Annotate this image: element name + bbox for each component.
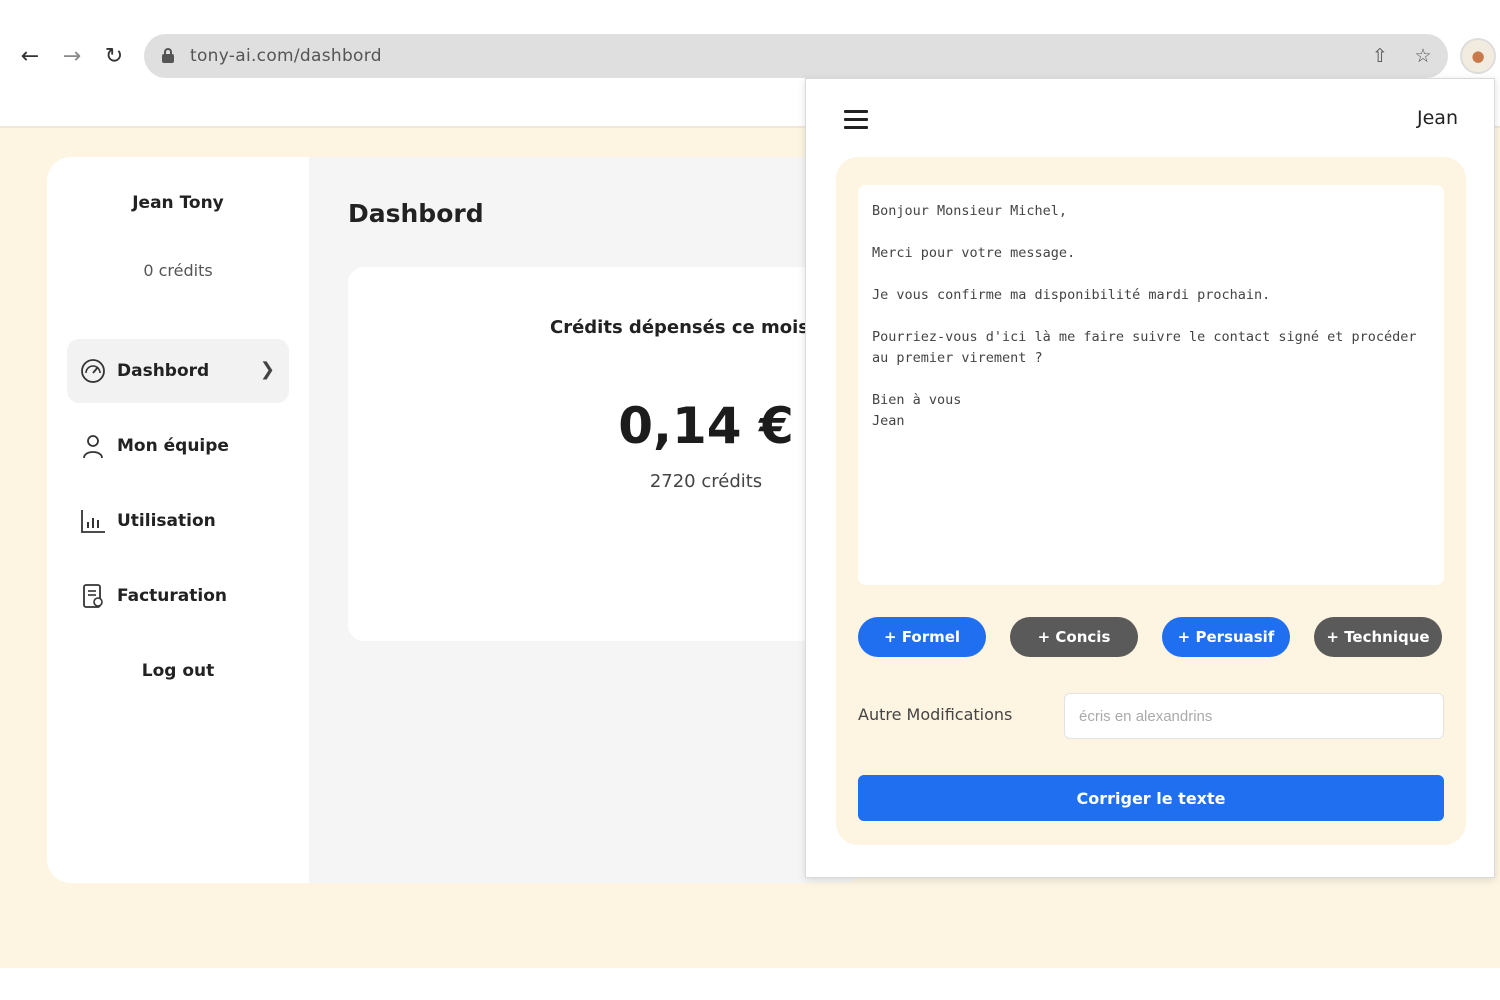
bar-chart-icon (79, 507, 107, 535)
chip-persuasif[interactable]: + Persuasif (1162, 617, 1290, 657)
star-icon[interactable]: ☆ (1409, 42, 1437, 70)
dashboard-card: Jean Tony 0 crédits Dashbord ❯ Mon équip… (47, 157, 867, 883)
lock-icon (162, 48, 174, 64)
arrow-right-icon[interactable]: → (58, 42, 86, 70)
stat-value: 0,14 € (618, 397, 794, 455)
sidebar-item-mon-equipe[interactable]: Mon équipe (67, 414, 289, 478)
popup-user-name: Jean (1417, 107, 1458, 129)
arrow-left-icon[interactable]: ← (16, 42, 44, 70)
sidebar-item-dashbord[interactable]: Dashbord ❯ (67, 339, 289, 403)
message-textarea[interactable]: Bonjour Monsieur Michel, Merci pour votr… (858, 185, 1444, 585)
address-bar[interactable]: tony-ai.com/dashbord ⇧ ☆ (144, 34, 1448, 78)
share-icon[interactable]: ⇧ (1366, 42, 1394, 70)
page-title: Dashbord (348, 199, 484, 228)
url-text: tony-ai.com/dashbord (190, 46, 382, 66)
sidebar-credits: 0 crédits (143, 261, 213, 280)
popup-panel: Bonjour Monsieur Michel, Merci pour votr… (836, 157, 1466, 845)
chevron-right-icon: ❯ (259, 359, 275, 380)
user-icon (79, 432, 107, 460)
chip-technique[interactable]: + Technique (1314, 617, 1442, 657)
hamburger-menu-icon[interactable] (844, 109, 870, 131)
extension-popup: Jean Bonjour Monsieur Michel, Merci pour… (805, 78, 1495, 878)
sidebar-item-facturation[interactable]: Facturation (67, 564, 289, 628)
chip-concis[interactable]: + Concis (1010, 617, 1138, 657)
sidebar-user-name: Jean Tony (132, 193, 224, 213)
sidebar-item-label: Dashbord (117, 361, 210, 381)
reload-icon[interactable]: ↻ (100, 42, 128, 70)
modifications-label: Autre Modifications (858, 705, 1013, 724)
gauge-icon (79, 357, 107, 385)
sidebar-item-label: Mon équipe (117, 436, 229, 456)
stat-sub: 2720 crédits (649, 471, 763, 492)
sidebar-item-label: Utilisation (117, 511, 216, 531)
stat-label: Crédits dépensés ce mois (550, 317, 809, 338)
extension-icon[interactable]: ● (1460, 38, 1496, 74)
sidebar: Jean Tony 0 crédits Dashbord ❯ Mon équip… (47, 157, 309, 883)
invoice-icon (79, 582, 107, 610)
logout-link[interactable]: Log out (47, 661, 309, 681)
correct-text-button[interactable]: Corriger le texte (858, 775, 1444, 821)
chip-formel[interactable]: + Formel (858, 617, 986, 657)
credits-stat-card: Crédits dépensés ce mois 0,14 € 2720 cré… (348, 267, 867, 641)
modifications-input[interactable] (1064, 693, 1444, 739)
sidebar-item-label: Facturation (117, 586, 227, 606)
sidebar-item-utilisation[interactable]: Utilisation (67, 489, 289, 553)
